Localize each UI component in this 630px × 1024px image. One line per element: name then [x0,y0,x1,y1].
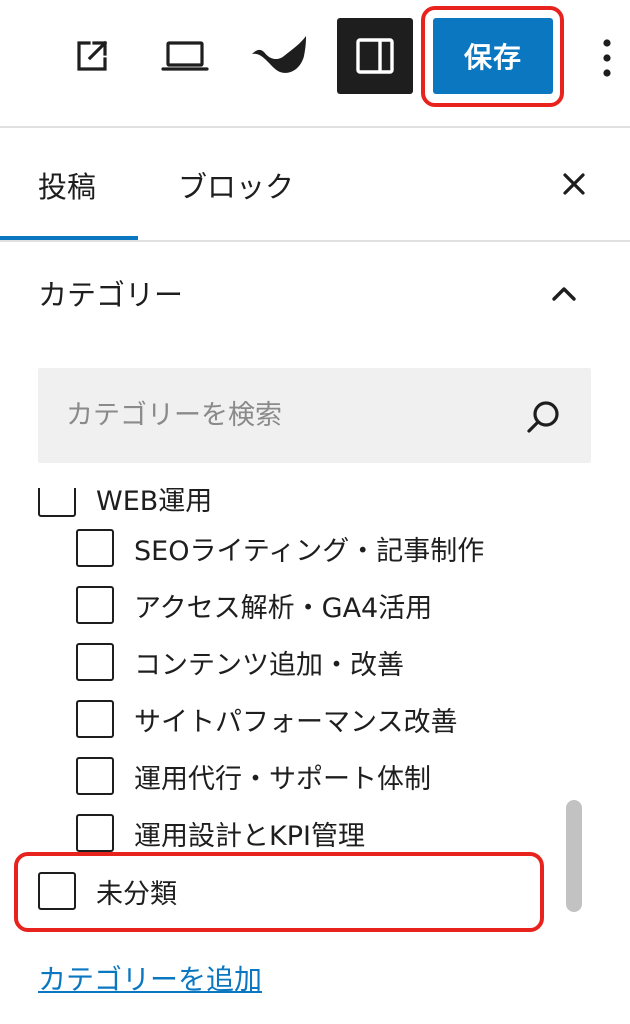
search-icon[interactable] [524,398,564,438]
category-checkbox[interactable] [38,488,76,517]
category-label: SEOライティング・記事制作 [134,535,485,567]
jetpack-icon[interactable] [244,24,314,88]
category-checkbox[interactable] [76,814,114,852]
category-checkbox[interactable] [76,757,114,795]
save-button[interactable]: 保存 [433,18,553,94]
category-label: WEB運用 [96,488,213,517]
tab-post[interactable]: 投稿 [38,130,96,240]
active-tab-indicator [0,236,138,240]
category-label: アクセス解析・GA4活用 [134,592,433,624]
category-item[interactable]: SEOライティング・記事制作 [76,526,484,570]
category-item[interactable]: 運用代行・サポート体制 [76,754,431,798]
category-search [38,368,591,463]
category-checkbox[interactable] [76,586,114,624]
category-item[interactable]: WEB運用 [38,488,212,520]
category-item[interactable]: 運用設計とKPI管理 [76,811,365,855]
list-scrollbar[interactable] [566,800,582,912]
category-item[interactable]: アクセス解析・GA4活用 [76,583,432,627]
category-checkbox[interactable] [76,643,114,681]
panel-title: カテゴリー [38,278,184,312]
category-label: 運用設計とKPI管理 [134,820,365,852]
more-options-icon[interactable] [592,30,622,86]
tab-block[interactable]: ブロック [178,130,294,240]
editor-toolbar: 保存 [0,0,630,128]
category-label: 運用代行・サポート体制 [134,763,431,795]
open-external-icon[interactable] [62,26,122,86]
category-item[interactable]: サイトパフォーマンス改善 [76,697,457,741]
chevron-up-icon[interactable] [546,278,582,310]
add-category-link[interactable]: カテゴリーを追加 [38,958,262,998]
uncategorized-highlight-annotation [14,852,544,932]
laptop-preview-icon[interactable] [152,26,218,86]
sidebar-tabs: 投稿 ブロック [0,130,630,242]
close-icon[interactable] [552,162,596,206]
category-search-input[interactable] [38,368,518,463]
category-checkbox[interactable] [76,529,114,567]
category-label: サイトパフォーマンス改善 [134,706,458,738]
sidebar-toggle-icon[interactable] [337,18,413,94]
category-item[interactable]: コンテンツ追加・改善 [76,640,404,684]
category-checkbox[interactable] [76,700,114,738]
category-label: コンテンツ追加・改善 [134,649,404,681]
